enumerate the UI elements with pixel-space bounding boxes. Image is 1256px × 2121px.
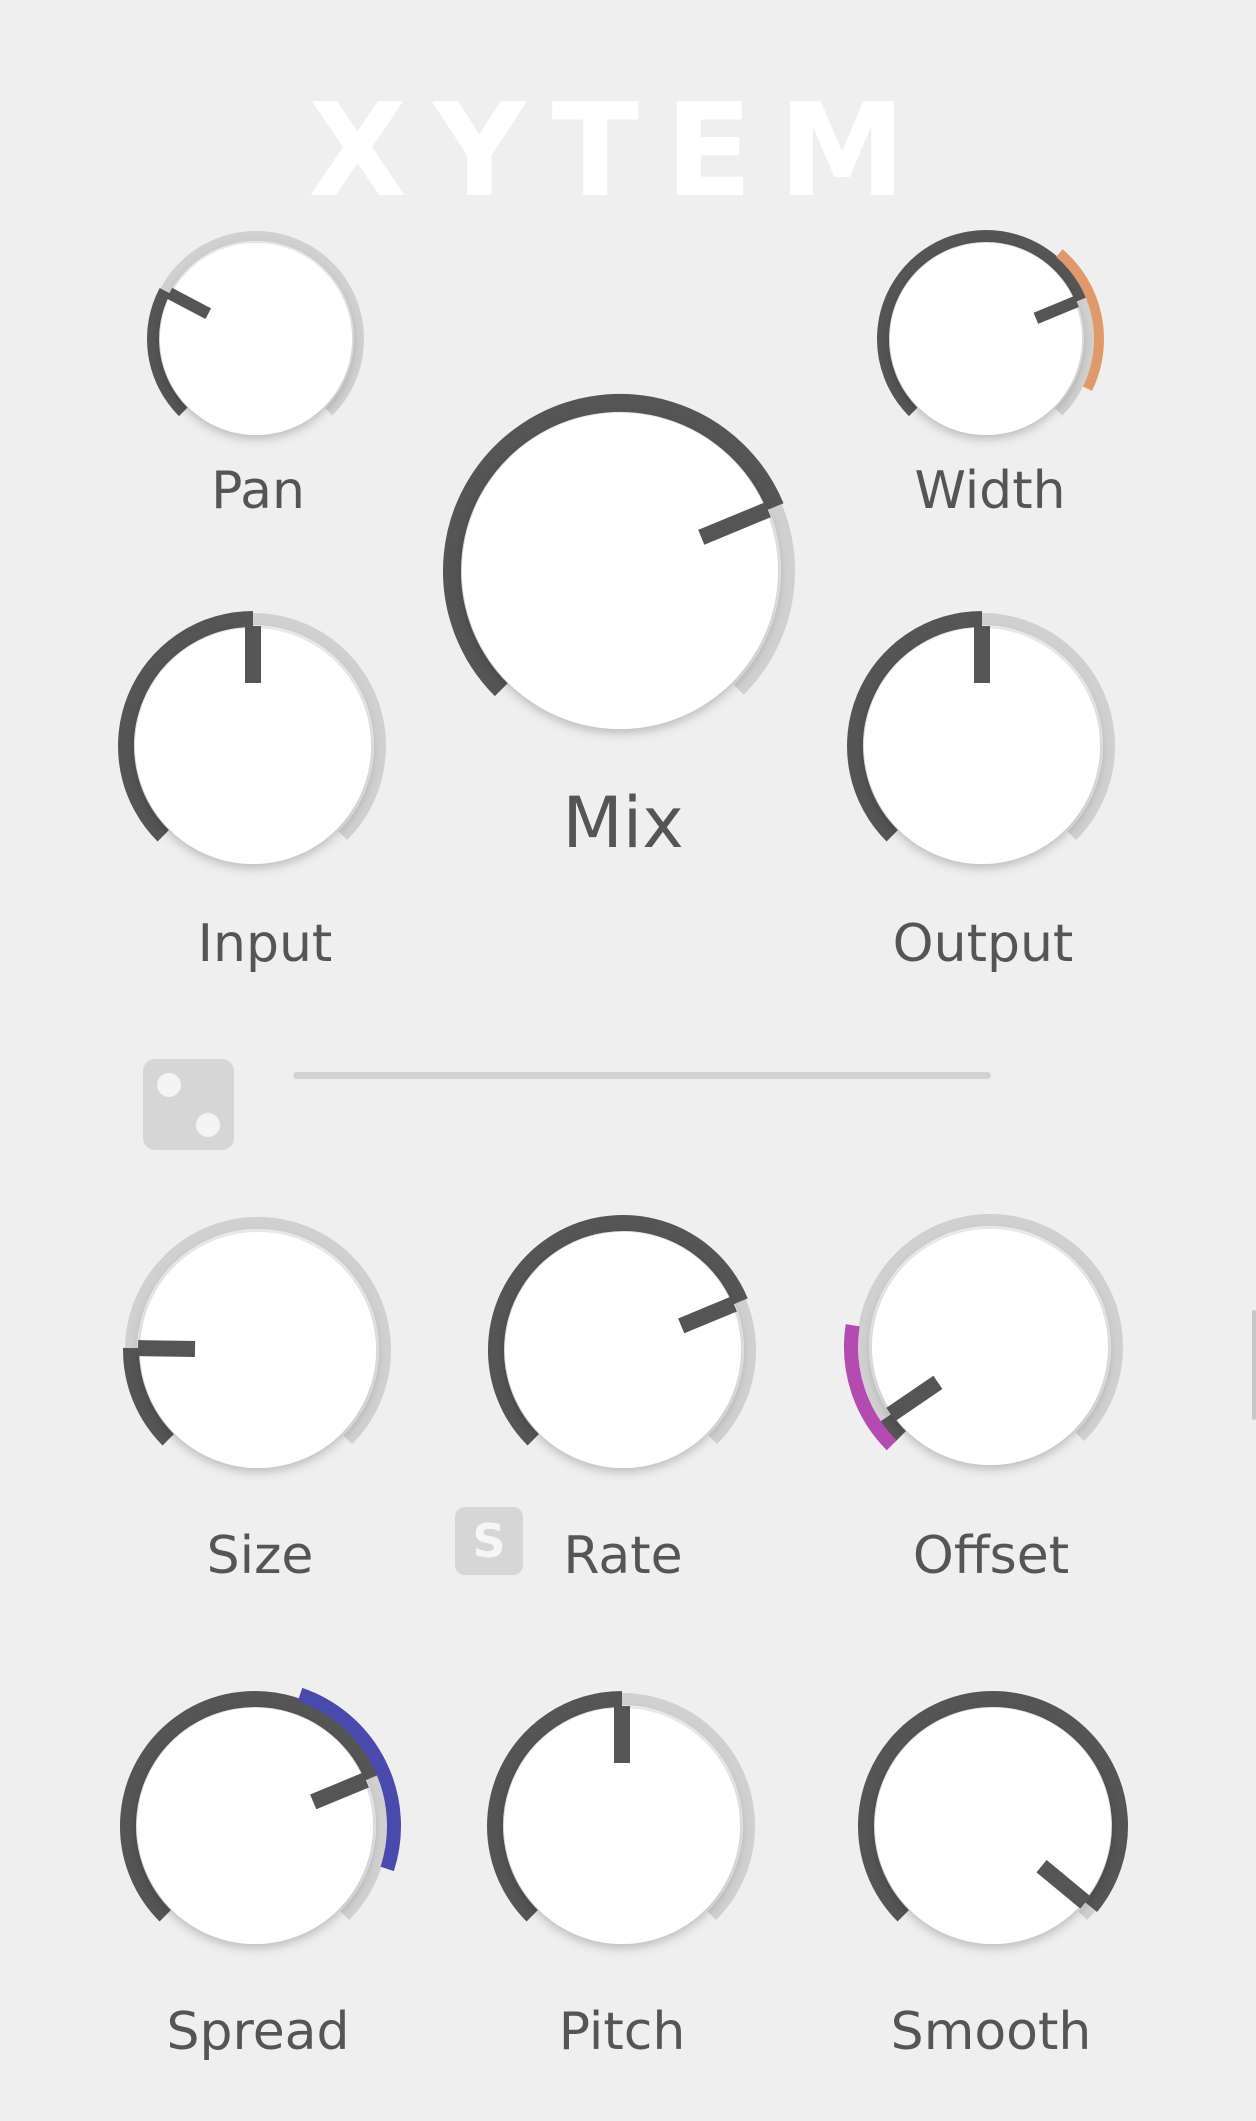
- randomize-button[interactable]: [143, 1059, 234, 1150]
- randomize-amount-slider[interactable]: [293, 1072, 991, 1079]
- width-knob[interactable]: [843, 196, 1129, 482]
- mix-label: Mix: [562, 782, 684, 864]
- offset-label: Offset: [912, 1526, 1070, 1586]
- offset-knob[interactable]: [823, 1180, 1157, 1514]
- pitch-label: Pitch: [558, 2002, 686, 2062]
- smooth-label: Smooth: [890, 2002, 1092, 2062]
- rate-face: [505, 1232, 741, 1468]
- scroll-handle[interactable]: [1252, 1310, 1256, 1420]
- width-label: Width: [914, 461, 1066, 521]
- mix-knob[interactable]: [412, 363, 828, 779]
- sync-icon: S: [472, 1514, 506, 1568]
- input-label: Input: [197, 914, 333, 974]
- pitch-knob[interactable]: [455, 1659, 789, 1993]
- rate-knob[interactable]: [456, 1183, 790, 1517]
- size-label: Size: [206, 1526, 314, 1586]
- spread-knob[interactable]: [88, 1659, 422, 1993]
- width-face: [890, 243, 1082, 435]
- size-knob[interactable]: [91, 1183, 425, 1517]
- output-label: Output: [892, 914, 1074, 974]
- rate-sync-button[interactable]: S: [455, 1507, 523, 1575]
- spread-face: [137, 1708, 373, 1944]
- plugin-panel: XYTEM S Pan Width Mix Input Output Size Rate Of…: [0, 0, 1256, 2121]
- mix-face: [462, 413, 778, 729]
- output-knob[interactable]: [815, 579, 1149, 913]
- input-knob[interactable]: [86, 579, 420, 913]
- pan-knob[interactable]: [113, 196, 399, 482]
- smooth-face: [875, 1708, 1111, 1944]
- spread-label: Spread: [166, 2002, 350, 2062]
- smooth-knob[interactable]: [826, 1659, 1160, 1993]
- rate-label: Rate: [563, 1526, 683, 1586]
- pan-label: Pan: [211, 461, 305, 521]
- size-pointer: [137, 1340, 196, 1358]
- pan-face: [160, 243, 352, 435]
- offset-face: [872, 1229, 1108, 1465]
